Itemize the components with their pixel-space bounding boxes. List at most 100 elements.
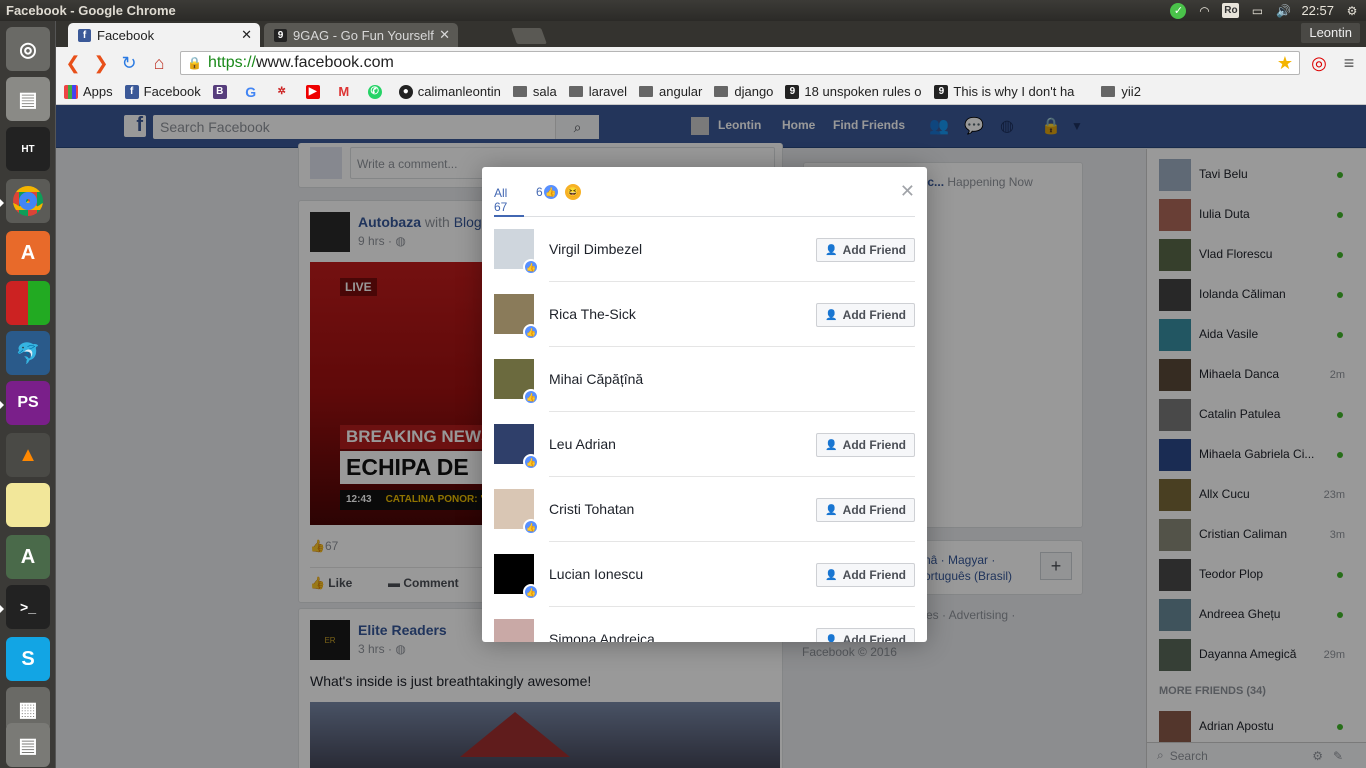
bookmark-folder-yii2[interactable]: yii2 bbox=[1101, 84, 1141, 99]
tab-9gag[interactable]: 9 9GAG - Go Fun Yourself ✕ bbox=[264, 23, 458, 47]
phpstorm-icon[interactable]: PS bbox=[6, 381, 50, 425]
9gag-favicon-icon: 9 bbox=[274, 28, 287, 42]
folder-icon bbox=[568, 86, 583, 97]
bookmark-github[interactable]: ● calimanleontin bbox=[398, 84, 501, 99]
apps-grid-icon bbox=[64, 84, 78, 99]
reactor-name[interactable]: Mihai Căpățînă bbox=[549, 371, 643, 387]
bookmark-folder-angular[interactable]: angular bbox=[639, 84, 702, 99]
tab-like-reactions[interactable]: 6 👍 😆 bbox=[536, 184, 581, 200]
add-friend-button[interactable]: 👤 Add Friend bbox=[816, 238, 915, 262]
tab-all-reactions[interactable]: All 67 bbox=[494, 186, 524, 217]
new-tab-button[interactable] bbox=[511, 28, 547, 44]
httrack-icon[interactable]: HT bbox=[6, 127, 50, 171]
settings-gear-icon[interactable]: ⚙ bbox=[1344, 3, 1360, 19]
like-reaction-icon: 👍 bbox=[523, 454, 539, 470]
bookmark-folder-django[interactable]: django bbox=[714, 84, 773, 99]
bookmark-facebook[interactable]: f Facebook bbox=[124, 84, 201, 99]
like-reaction-icon: 👍 bbox=[523, 259, 539, 275]
add-friend-button[interactable]: 👤 Add Friend bbox=[816, 628, 915, 642]
back-icon[interactable]: ❮ bbox=[62, 52, 84, 74]
add-friend-button[interactable]: 👤 Add Friend bbox=[816, 433, 915, 457]
trash-icon[interactable]: ▤ bbox=[6, 723, 50, 767]
chrome-tab-strip: f Facebook ✕ 9 9GAG - Go Fun Yourself ✕ … bbox=[56, 21, 1366, 47]
opera-extension-icon[interactable]: ◎ bbox=[1308, 52, 1330, 74]
system-top-bar: Facebook - Google Chrome ✓ ◠ Ro ▭ 🔊 22:5… bbox=[0, 0, 1366, 21]
bookmark-whatsapp[interactable]: ✆ bbox=[367, 84, 387, 99]
reactor-name[interactable]: Rica The-Sick bbox=[549, 306, 636, 322]
reactor-avatar[interactable] bbox=[494, 619, 534, 642]
bookmark-unspoken-rules[interactable]: 9 18 unspoken rules o bbox=[785, 84, 922, 99]
reactions-dialog: All 67 6 👍 😆 ✕ 👍 Virgil Dimbezel 👤 Add Frien… bbox=[482, 167, 927, 642]
reactor-name[interactable]: Lucian Ionescu bbox=[549, 566, 643, 582]
bookmark-star-icon[interactable]: ★ bbox=[1277, 53, 1293, 74]
add-person-icon: 👤 bbox=[825, 569, 838, 581]
gear-red-icon: ✲ bbox=[277, 86, 286, 97]
bookmark-bootstrap[interactable]: B bbox=[212, 84, 232, 99]
like-reaction-icon: 👍 bbox=[523, 389, 539, 405]
sticky-notes-icon[interactable] bbox=[6, 483, 50, 527]
profile-badge[interactable]: Leontin bbox=[1301, 23, 1360, 43]
url-scheme: https:// bbox=[207, 54, 256, 71]
skype-icon[interactable]: S bbox=[6, 637, 50, 681]
add-person-icon: 👤 bbox=[825, 309, 838, 321]
add-person-icon: 👤 bbox=[825, 504, 838, 516]
tab-facebook[interactable]: f Facebook ✕ bbox=[68, 23, 260, 47]
wifi-icon[interactable]: ◠ bbox=[1196, 3, 1212, 19]
reload-icon[interactable]: ↻ bbox=[118, 52, 140, 74]
update-check-icon[interactable]: ✓ bbox=[1170, 2, 1187, 19]
9gag-icon: 9 bbox=[785, 84, 800, 99]
add-friend-button[interactable]: 👤 Add Friend bbox=[816, 303, 915, 327]
office-app-icon[interactable] bbox=[6, 281, 50, 325]
bookmark-folder-laravel[interactable]: laravel bbox=[568, 84, 627, 99]
reactor-name[interactable]: Leu Adrian bbox=[549, 436, 616, 452]
forward-icon[interactable]: ❯ bbox=[90, 52, 112, 74]
add-friend-button[interactable]: 👤 Add Friend bbox=[816, 563, 915, 587]
software-center-icon[interactable]: A bbox=[6, 231, 50, 275]
keyboard-layout-indicator[interactable]: Ro bbox=[1222, 3, 1240, 18]
system-tray: ✓ ◠ Ro ▭ 🔊 22:57 ⚙ bbox=[1170, 0, 1360, 21]
url-host: www.facebook.com bbox=[255, 54, 394, 71]
chrome-menu-icon[interactable]: ≡ bbox=[1338, 52, 1360, 74]
bookmark-this-is-why[interactable]: 9 This is why I don't ha bbox=[934, 84, 1089, 99]
whatsapp-icon: ✆ bbox=[367, 84, 382, 99]
unity-launcher: ◎ ▤ HT A 🐬 PS ▲ A >_ S ▦ ▤ bbox=[0, 21, 56, 768]
add-person-icon: 👤 bbox=[825, 439, 838, 451]
folder-icon bbox=[714, 86, 729, 97]
folder-icon bbox=[512, 86, 527, 97]
add-person-icon: 👤 bbox=[825, 634, 838, 643]
chrome-icon[interactable] bbox=[6, 179, 50, 223]
files-icon[interactable]: ▤ bbox=[6, 77, 50, 121]
close-tab-icon[interactable]: ✕ bbox=[241, 27, 252, 43]
software-updater-icon[interactable]: A bbox=[6, 535, 50, 579]
vlc-icon[interactable]: ▲ bbox=[6, 433, 50, 477]
bookmark-google[interactable]: G bbox=[244, 84, 263, 100]
terminal-icon[interactable]: >_ bbox=[6, 585, 50, 629]
facebook-favicon-icon: f bbox=[78, 28, 91, 42]
github-icon: ● bbox=[398, 84, 413, 99]
close-dialog-icon[interactable]: ✕ bbox=[900, 181, 915, 202]
reactor-row: 👍 Virgil Dimbezel 👤 Add Friend bbox=[494, 217, 915, 282]
reactor-name[interactable]: Simona Andreica bbox=[549, 631, 655, 642]
address-bar[interactable]: 🔒 https://www.facebook.com ★ bbox=[180, 51, 1300, 75]
facebook-icon: f bbox=[124, 84, 139, 99]
reactor-row: 👍 Lucian Ionescu 👤 Add Friend bbox=[494, 542, 915, 607]
bookmark-extension[interactable]: ✲ bbox=[275, 85, 294, 99]
reactor-name[interactable]: Virgil Dimbezel bbox=[549, 241, 642, 257]
ubuntu-dash-icon[interactable]: ◎ bbox=[6, 27, 50, 71]
bookmark-apps[interactable]: Apps bbox=[64, 84, 113, 99]
bookmark-folder-sala[interactable]: sala bbox=[512, 84, 557, 99]
bookmark-youtube[interactable]: ▶ bbox=[305, 84, 325, 99]
clock[interactable]: 22:57 bbox=[1301, 3, 1334, 18]
close-tab-icon[interactable]: ✕ bbox=[439, 27, 450, 43]
like-reaction-icon: 👍 bbox=[523, 324, 539, 340]
home-icon[interactable]: ⌂ bbox=[148, 52, 170, 74]
volume-icon[interactable]: 🔊 bbox=[1275, 3, 1291, 19]
add-friend-button[interactable]: 👤 Add Friend bbox=[816, 498, 915, 522]
bookmark-gmail[interactable]: M bbox=[337, 84, 356, 99]
bootstrap-icon: B bbox=[212, 84, 227, 99]
haha-reaction-icon[interactable]: 😆 bbox=[564, 184, 581, 200]
mysql-workbench-icon[interactable]: 🐬 bbox=[6, 331, 50, 375]
running-indicator bbox=[0, 605, 4, 613]
battery-icon[interactable]: ▭ bbox=[1249, 3, 1265, 19]
reactor-name[interactable]: Cristi Tohatan bbox=[549, 501, 634, 517]
